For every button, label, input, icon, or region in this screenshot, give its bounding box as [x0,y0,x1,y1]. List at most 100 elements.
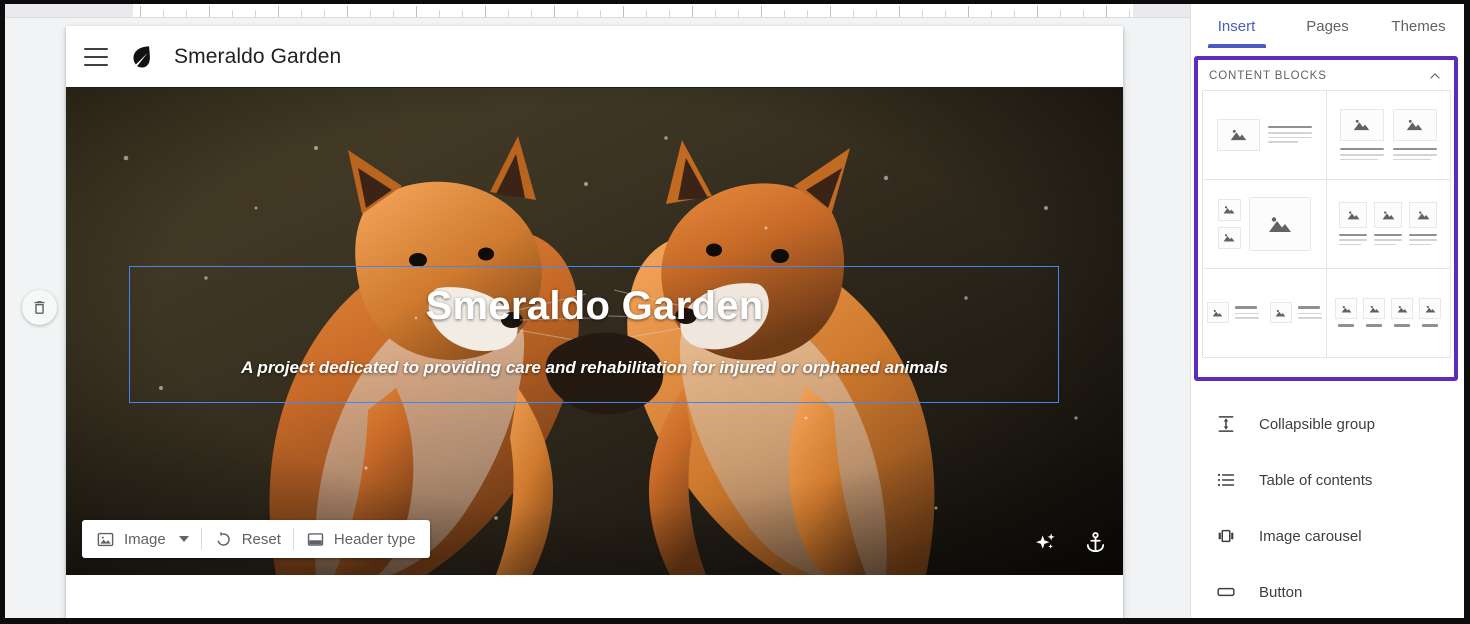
image-glyph-icon [1425,305,1435,313]
header-type-label: Header type [333,530,416,548]
thumb-column [1409,201,1437,246]
thumb-image-placeholder [1339,201,1367,228]
insert-item-collapsible-group[interactable]: Collapsible group [1191,396,1464,452]
thumb-pair [1206,302,1259,323]
delete-section-button[interactable] [22,290,57,325]
image-glyph-icon [1369,305,1379,313]
image-glyph-icon [1397,305,1407,313]
image-glyph-icon [1268,216,1291,232]
image-dropdown-label: Image [124,530,166,548]
toolbar-divider-2 [292,528,294,550]
anchor-icon[interactable] [1084,531,1107,554]
insert-item-button[interactable]: Button [1191,564,1464,620]
content-blocks-grid [1198,89,1454,358]
hamburger-icon[interactable] [84,47,108,66]
app-root: Smeraldo Garden Smeraldo Garden A projec… [0,0,1470,624]
thumb-image-placeholder [1392,108,1437,141]
thumb-image-placeholder [1339,108,1384,141]
thumb-pair [1269,302,1322,323]
thumb-image-placeholder [1419,298,1441,320]
window-frame-left [0,0,5,624]
image-glyph-icon [1212,309,1223,317]
hero-corner-actions [1033,530,1107,555]
insert-item-label: Button [1259,583,1303,601]
image-icon [97,532,114,546]
button-icon [1215,582,1237,602]
hero-banner[interactable]: Smeraldo Garden A project dedicated to p… [66,88,1123,575]
table-of-contents-icon [1215,470,1237,490]
thumb-image-placeholder [1206,302,1229,323]
page-sheet: Smeraldo Garden Smeraldo Garden A projec… [66,26,1123,618]
sparkle-icon[interactable] [1033,530,1058,555]
content-block-two-small-one-large-image[interactable] [1201,178,1327,269]
thumb-image-placeholder [1409,201,1437,228]
thumb-column [1374,201,1402,246]
thumb-column [1339,108,1384,161]
image-dropdown-button[interactable]: Image [86,520,199,558]
insert-panel: Insert Pages Themes CONTENT BLOCKS Colla… [1190,4,1464,618]
image-glyph-icon [1406,120,1423,131]
content-block-three-images-with-text[interactable] [1325,178,1451,269]
hero-edit-toolbar: Image Reset Header type [82,520,430,558]
header-type-button[interactable]: Header type [296,520,426,558]
leaf-logo-icon [126,42,156,72]
site-title: Smeraldo Garden [174,44,342,68]
toolbar-divider-1 [200,528,202,550]
trash-icon [34,301,45,314]
content-block-two-image-text-pairs[interactable] [1201,267,1327,358]
panel-tab-bar: Insert Pages Themes [1191,4,1464,51]
content-block-two-images-with-text[interactable] [1325,89,1451,180]
insert-item-label: Table of contents [1259,471,1373,489]
thumb-image-placeholder [1217,226,1241,249]
content-blocks-header[interactable]: CONTENT BLOCKS [1198,60,1454,90]
hero-subtitle[interactable]: A project dedicated to providing care an… [66,358,1123,378]
ruler-active-region [133,4,1133,17]
image-glyph-icon [1417,211,1429,219]
chevron-up-icon[interactable] [1428,69,1442,83]
window-frame-top [0,0,1470,4]
thumb-small-stack [1217,198,1241,249]
insert-item-image-carousel[interactable]: Image carousel [1191,508,1464,564]
horizontal-ruler[interactable] [5,4,1190,18]
thumb-column [1391,298,1413,327]
site-header-bar: Smeraldo Garden [66,26,1123,88]
header-layout-icon [307,532,324,546]
window-frame-right [1464,0,1470,624]
image-carousel-icon [1215,526,1237,546]
thumb-column [1339,201,1367,246]
thumb-image-placeholder [1335,298,1357,320]
window-frame-bottom [0,618,1470,624]
thumb-column [1392,108,1437,161]
thumb-image-placeholder [1217,198,1241,221]
content-block-four-images-with-captions[interactable] [1325,267,1451,358]
thumb-text-lines [1267,125,1312,144]
thumb-image-placeholder [1391,298,1413,320]
thumb-column [1335,298,1357,327]
tab-pages[interactable]: Pages [1282,18,1373,48]
content-blocks-section: CONTENT BLOCKS [1194,56,1458,381]
tab-insert[interactable]: Insert [1191,18,1282,48]
content-blocks-label: CONTENT BLOCKS [1209,70,1327,82]
hero-title[interactable]: Smeraldo Garden [66,284,1123,329]
insert-options-list: Collapsible group Table of contents Imag… [1191,396,1464,620]
insert-item-label: Collapsible group [1259,415,1375,433]
thumb-image-placeholder [1363,298,1385,320]
content-block-image-left-text-right[interactable] [1201,89,1327,180]
insert-item-table-of-contents[interactable]: Table of contents [1191,452,1464,508]
reset-label: Reset [241,530,281,548]
image-glyph-icon [1275,309,1286,317]
thumb-image-placeholder [1216,118,1260,151]
image-glyph-icon [1341,305,1351,313]
insert-item-label: Image carousel [1259,527,1362,545]
thumb-column [1419,298,1441,327]
thumb-column [1363,298,1385,327]
collapsible-group-icon [1215,414,1237,434]
image-glyph-icon [1230,129,1246,141]
editor-canvas: Smeraldo Garden Smeraldo Garden A projec… [5,4,1190,618]
thumb-image-placeholder-large [1248,196,1311,251]
reset-button[interactable]: Reset [204,520,291,558]
image-glyph-icon [1353,120,1370,131]
image-glyph-icon [1382,211,1394,219]
thumb-image-placeholder [1374,201,1402,228]
tab-themes[interactable]: Themes [1373,18,1464,48]
